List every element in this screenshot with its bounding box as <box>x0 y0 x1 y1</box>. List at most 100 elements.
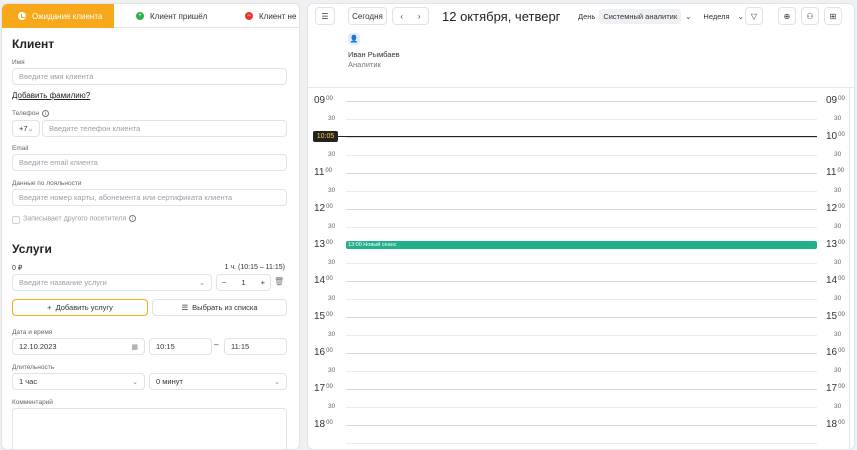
phone-code-select[interactable]: +7 ⌄ <box>12 120 40 137</box>
next-day-icon[interactable]: › <box>418 12 421 21</box>
service-input[interactable]: Введите название услуги ⌄ <box>12 274 212 291</box>
half-hour-line <box>346 155 817 156</box>
comment-textarea[interactable] <box>12 408 287 449</box>
chevron-down-icon: ⌄ <box>27 125 34 133</box>
date-input[interactable]: 12.10.2023 ▦ <box>12 338 145 355</box>
date-nav: ‹ › <box>392 7 429 25</box>
tab-client-came[interactable]: + Клиент пришёл <box>114 4 218 28</box>
hour-label-right: 0900 <box>826 95 845 106</box>
today-button[interactable]: Сегодня <box>348 7 387 25</box>
half-label-right: 30 <box>834 331 842 338</box>
hour-line <box>346 317 817 318</box>
hour-value: 14 <box>314 275 326 286</box>
info-icon[interactable]: i <box>41 110 49 117</box>
quantity-value: 1 <box>241 278 246 287</box>
hour-value: 14 <box>826 275 838 286</box>
minutes-select[interactable]: 0 минут ⌄ <box>149 373 287 390</box>
half-label-right: 30 <box>834 367 842 374</box>
minutes-value: 0 минут <box>156 377 183 386</box>
grid-button[interactable]: ⊞ <box>824 7 842 25</box>
hour-value: 09 <box>826 95 838 106</box>
hours-select[interactable]: 1 час ⌄ <box>12 373 145 390</box>
plus-button[interactable]: + <box>261 278 265 287</box>
time-from-input[interactable]: 10:15 <box>149 338 212 355</box>
tab-client-not-came[interactable]: − Клиент не пришёл <box>218 4 299 28</box>
hour-label-left: 1600 <box>314 347 333 358</box>
minutes-suffix: 00 <box>326 420 333 426</box>
trash-icon[interactable]: 🗑 <box>274 277 284 288</box>
minutes-suffix: 00 <box>838 420 845 426</box>
staff-header[interactable]: 👤 Иван Рымбаев Аналитик <box>348 33 400 69</box>
loyalty-placeholder: Введите номер карты, абонемента или серт… <box>19 193 233 202</box>
view-analyst-tab[interactable]: Системный аналитик <box>599 8 682 24</box>
client-section-title: Клиент <box>12 37 55 51</box>
filter-button[interactable]: ▽ <box>745 7 763 25</box>
email-input[interactable]: Введите email клиента <box>12 154 287 171</box>
hour-label-right: 1000 <box>826 131 845 142</box>
minutes-suffix: 00 <box>838 240 845 246</box>
phone-label: Телефон i <box>12 110 49 117</box>
filter-icon: ▽ <box>750 11 758 21</box>
hour-line <box>346 353 817 354</box>
minutes-suffix: 00 <box>838 132 845 138</box>
minus-button[interactable]: − <box>222 278 226 287</box>
hour-value: 10 <box>826 131 838 142</box>
zoom-button[interactable]: ⊕ <box>778 7 796 25</box>
phone-input[interactable]: Введите телефон клиента <box>42 120 287 137</box>
chevron-down-icon[interactable]: ⌄ <box>681 9 695 24</box>
choose-from-list-button[interactable]: ☰ Выбрать из списка <box>152 299 287 316</box>
name-input[interactable]: Введите имя клиента <box>12 68 287 85</box>
half-label-left: 30 <box>328 295 336 302</box>
minutes-suffix: 00 <box>326 276 333 282</box>
minutes-suffix: 00 <box>326 384 333 390</box>
half-label-right: 30 <box>834 295 842 302</box>
loyalty-input[interactable]: Введите номер карты, абонемента или серт… <box>12 189 287 206</box>
hour-value: 09 <box>314 95 326 106</box>
view-week-tab[interactable]: Неделя <box>699 9 733 24</box>
hour-line <box>346 173 817 174</box>
tab-waiting-client[interactable]: Ожидание клиента <box>2 4 114 28</box>
hour-label-right: 1700 <box>826 383 845 394</box>
view-day-tab[interactable]: День <box>574 9 599 24</box>
services-section-title: Услуги <box>12 242 52 256</box>
add-service-button[interactable]: + Добавить услугу <box>12 299 148 316</box>
clock-icon <box>18 12 26 20</box>
date-title: 12 октября, четверг <box>442 8 561 24</box>
today-label: Сегодня <box>352 11 383 21</box>
half-hour-line <box>346 191 817 192</box>
list-icon: ☰ <box>181 303 189 312</box>
time-to-input[interactable]: 11:15 <box>224 338 287 355</box>
hour-line <box>346 389 817 390</box>
user-icon: ⚇ <box>806 11 814 21</box>
info-icon[interactable]: i <box>129 215 137 222</box>
staff-button[interactable]: ⚇ <box>801 7 819 25</box>
plus-circle-icon: + <box>136 12 144 20</box>
minutes-suffix: 00 <box>326 348 333 354</box>
hours-value: 1 час <box>19 377 38 386</box>
half-hour-line <box>346 263 817 264</box>
another-visitor-checkbox[interactable] <box>12 216 20 224</box>
minus-circle-icon: − <box>245 12 253 20</box>
phone-placeholder: Введите телефон клиента <box>49 124 141 133</box>
add-surname-link[interactable]: Добавить фамилию? <box>12 91 90 100</box>
datetime-label: Дата и время <box>12 329 53 336</box>
hour-value: 18 <box>826 419 838 430</box>
hour-value: 12 <box>314 203 326 214</box>
menu-button[interactable]: ☰ <box>315 7 335 25</box>
hour-value: 13 <box>314 239 326 250</box>
hour-label-left: 1700 <box>314 383 333 394</box>
hour-label-left: 1100 <box>314 167 332 178</box>
hour-label-right: 1200 <box>826 203 845 214</box>
minutes-suffix: 00 <box>838 204 845 210</box>
avatar: 👤 <box>348 33 360 45</box>
hour-label-left: 0900 <box>314 95 333 106</box>
prev-day-icon[interactable]: ‹ <box>400 12 403 21</box>
half-label-right: 30 <box>834 151 842 158</box>
hour-label-right: 1400 <box>826 275 845 286</box>
appointment-event[interactable]: 13:00 Новый сеанс <box>346 241 817 249</box>
half-label-left: 30 <box>328 115 336 122</box>
half-label-left: 30 <box>328 403 336 410</box>
chevron-down-icon: ⌄ <box>274 378 280 386</box>
minutes-suffix: 00 <box>838 96 845 102</box>
time-from-value: 10:15 <box>156 342 175 351</box>
